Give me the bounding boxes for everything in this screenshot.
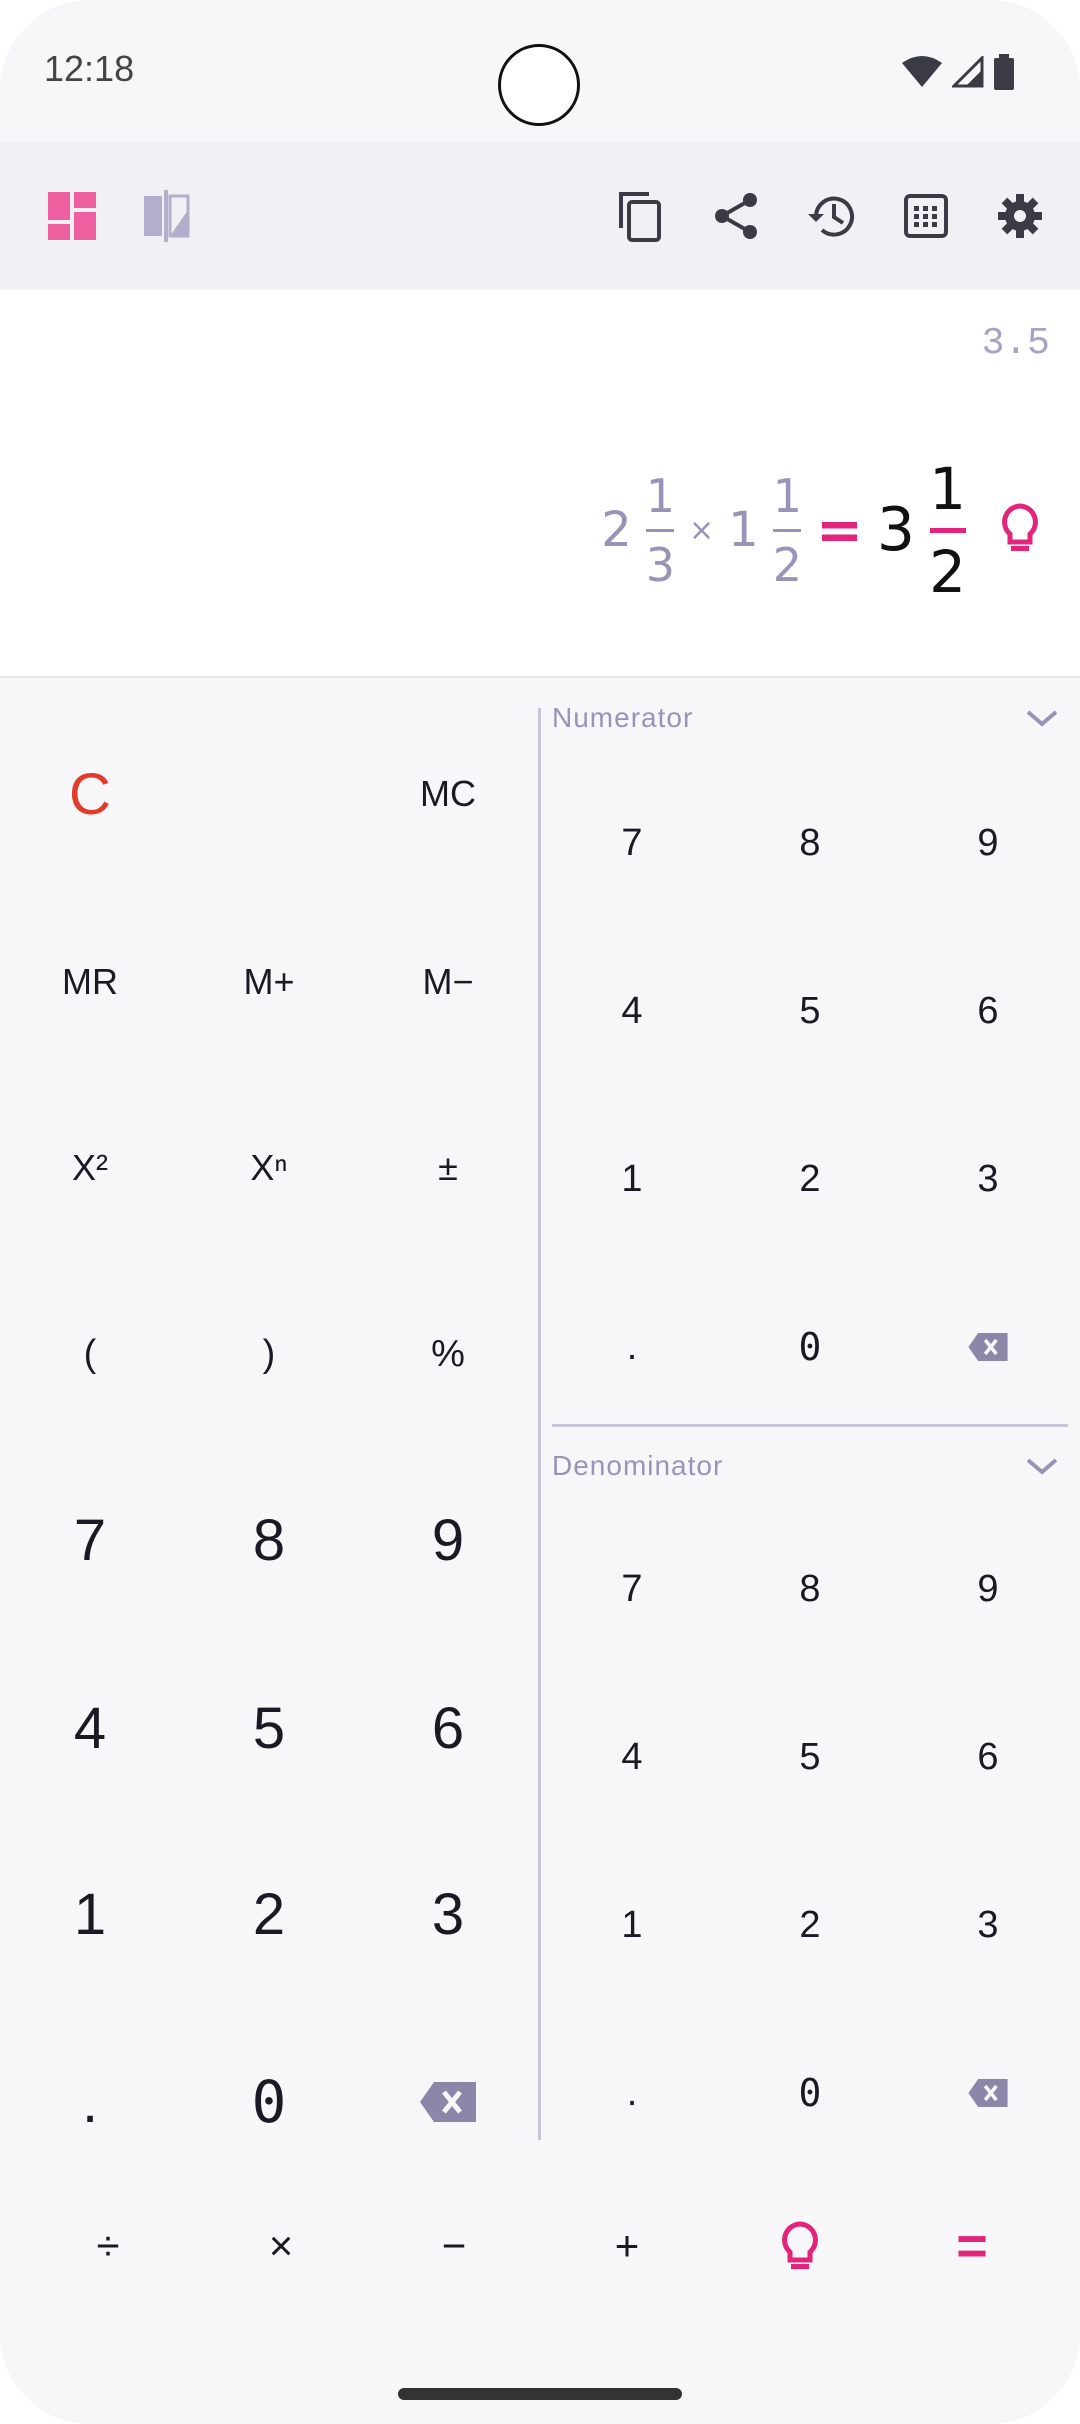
backspace-icon bbox=[968, 2079, 1008, 2107]
denominator-digit-2[interactable]: 2 bbox=[730, 1860, 890, 1990]
clear-button[interactable]: C bbox=[0, 734, 180, 854]
denominator-digit-5[interactable]: 5 bbox=[730, 1692, 890, 1822]
percent-button[interactable]: % bbox=[358, 1294, 538, 1414]
digit-3-button[interactable]: 3 bbox=[358, 1854, 538, 1974]
backspace-icon bbox=[420, 2082, 476, 2122]
memory-add-button[interactable]: M+ bbox=[179, 922, 359, 1042]
gesture-nav-bar[interactable] bbox=[398, 2388, 682, 2400]
denominator-digit-8[interactable]: 8 bbox=[730, 1524, 890, 1654]
denominator-digit-6[interactable]: 6 bbox=[908, 1692, 1068, 1822]
operand-b-whole: 1 bbox=[728, 502, 759, 558]
numerator-chevron-down-icon[interactable] bbox=[1022, 698, 1062, 738]
digit-6-button[interactable]: 6 bbox=[358, 1668, 538, 1788]
denominator-digit-7[interactable]: 7 bbox=[552, 1524, 712, 1654]
digit-0-button[interactable]: 0 bbox=[179, 2042, 359, 2162]
expression-operator: × bbox=[689, 512, 715, 548]
numerator-digit-2[interactable]: 2 bbox=[730, 1114, 890, 1244]
memory-subtract-button[interactable]: M− bbox=[358, 922, 538, 1042]
result-fraction: 1 2 bbox=[929, 460, 966, 601]
operand-a-numerator: 1 bbox=[645, 468, 676, 523]
denominator-digit-3[interactable]: 3 bbox=[908, 1860, 1068, 1990]
settings-gear-icon[interactable] bbox=[988, 184, 1052, 248]
result-numerator: 1 bbox=[929, 454, 966, 523]
result-whole: 3 bbox=[876, 495, 916, 565]
digit-2-button[interactable]: 2 bbox=[179, 1854, 359, 1974]
backspace-icon bbox=[968, 1333, 1008, 1361]
calculation-display: 3.5 2 1 3 × 1 1 2 = 3 1 2 bbox=[0, 290, 1080, 678]
phone-screen: 12:18 3.5 2 1 3 × 1 1 2 = 3 1 2 C MC MR … bbox=[0, 0, 1080, 2424]
compare-icon[interactable] bbox=[134, 184, 198, 248]
battery-icon bbox=[994, 54, 1014, 90]
operand-a-denominator: 3 bbox=[645, 537, 676, 592]
operand-b-numerator: 1 bbox=[772, 468, 802, 523]
numerator-backspace-button[interactable] bbox=[908, 1282, 1068, 1412]
numerator-digit-8[interactable]: 8 bbox=[730, 778, 890, 908]
numerator-digit-1[interactable]: 1 bbox=[552, 1114, 712, 1244]
decimal-preview: 3.5 bbox=[981, 322, 1050, 365]
status-bar: 12:18 bbox=[0, 0, 1080, 142]
dashboard-icon[interactable] bbox=[40, 184, 104, 248]
denominator-digit-1[interactable]: 1 bbox=[552, 1860, 712, 1990]
fraction-expression: 2 1 3 × 1 1 2 = 3 1 2 bbox=[601, 460, 1040, 601]
status-icons bbox=[902, 54, 1014, 90]
digit-5-button[interactable]: 5 bbox=[179, 1668, 359, 1788]
power-button[interactable]: Xⁿ bbox=[179, 1108, 359, 1228]
camera-cutout bbox=[498, 44, 580, 126]
share-icon[interactable] bbox=[704, 184, 768, 248]
numerator-digit-0[interactable]: 0 bbox=[730, 1282, 890, 1412]
denominator-digit-4[interactable]: 4 bbox=[552, 1692, 712, 1822]
numerator-digit-9[interactable]: 9 bbox=[908, 778, 1068, 908]
lightbulb-hint-icon[interactable] bbox=[1000, 502, 1040, 558]
denominator-digit-9[interactable]: 9 bbox=[908, 1524, 1068, 1654]
denominator-chevron-down-icon[interactable] bbox=[1022, 1446, 1062, 1486]
open-paren-button[interactable]: ( bbox=[0, 1294, 180, 1414]
digit-7-button[interactable]: 7 bbox=[0, 1480, 180, 1600]
numerator-label: Numerator bbox=[552, 702, 694, 733]
denominator-backspace-button[interactable] bbox=[908, 2028, 1068, 2158]
status-time: 12:18 bbox=[44, 48, 135, 89]
memory-clear-button[interactable]: MC bbox=[358, 734, 538, 854]
numerator-digit-7[interactable]: 7 bbox=[552, 778, 712, 908]
negate-button[interactable]: ± bbox=[358, 1108, 538, 1228]
operator-row: ÷ × − + = bbox=[0, 2156, 1080, 2424]
numerator-digit-3[interactable]: 3 bbox=[908, 1114, 1068, 1244]
decimal-point-button[interactable]: . bbox=[0, 2042, 180, 2162]
operand-b-fraction: 1 2 bbox=[773, 473, 802, 588]
toolbar bbox=[0, 142, 1080, 290]
denominator-decimal-point[interactable]: . bbox=[552, 2028, 712, 2158]
denominator-label: Denominator bbox=[552, 1450, 724, 1481]
numerator-decimal-point[interactable]: . bbox=[552, 1282, 712, 1412]
memory-recall-button[interactable]: MR bbox=[0, 922, 180, 1042]
result-fraction-bar bbox=[929, 527, 966, 533]
lightbulb-icon bbox=[782, 2221, 818, 2269]
fraction-bar bbox=[773, 528, 802, 532]
numerator-digit-5[interactable]: 5 bbox=[730, 946, 890, 1076]
signal-icon bbox=[952, 56, 984, 88]
digit-8-button[interactable]: 8 bbox=[179, 1480, 359, 1600]
numerator-digit-4[interactable]: 4 bbox=[552, 946, 712, 1076]
operand-a-fraction: 1 3 bbox=[646, 473, 675, 588]
history-icon[interactable] bbox=[800, 184, 864, 248]
equals-button[interactable]: = bbox=[864, 2186, 1080, 2306]
digit-4-button[interactable]: 4 bbox=[0, 1668, 180, 1788]
digit-1-button[interactable]: 1 bbox=[0, 1854, 180, 1974]
keypad-area: C MC MR M+ M− X² Xⁿ ± ( ) % 7 8 9 4 5 6 … bbox=[0, 678, 1080, 2156]
close-paren-button[interactable]: ) bbox=[179, 1294, 359, 1414]
fraction-bar bbox=[646, 528, 675, 532]
keypad-layout-icon[interactable] bbox=[894, 184, 958, 248]
result-denominator: 2 bbox=[929, 537, 966, 606]
backspace-button[interactable] bbox=[358, 2042, 538, 2162]
equals-sign: = bbox=[815, 497, 863, 563]
denominator-digit-0[interactable]: 0 bbox=[730, 2028, 890, 2158]
operand-a-whole: 2 bbox=[601, 502, 632, 558]
copy-icon[interactable] bbox=[608, 184, 672, 248]
keypad-divider bbox=[538, 708, 541, 2140]
digit-9-button[interactable]: 9 bbox=[358, 1480, 538, 1600]
numerator-digit-6[interactable]: 6 bbox=[908, 946, 1068, 1076]
wifi-icon bbox=[902, 56, 942, 87]
operand-b-denominator: 2 bbox=[772, 537, 802, 592]
section-divider bbox=[552, 1424, 1068, 1427]
square-button[interactable]: X² bbox=[0, 1108, 180, 1228]
